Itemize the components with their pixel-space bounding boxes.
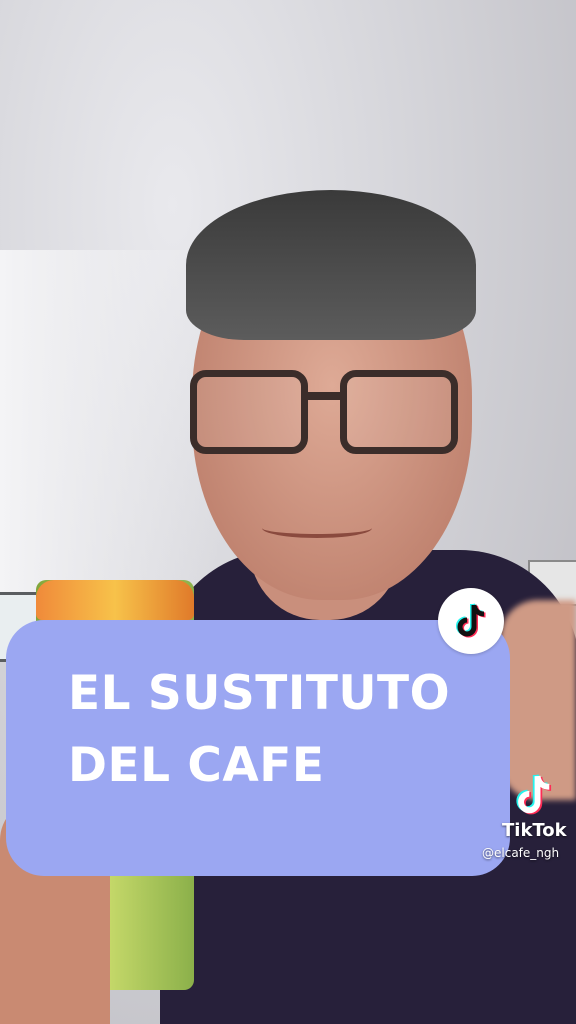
presenter-mouth [262,518,372,538]
right-hand [500,600,576,800]
glasses-lens-left [190,370,308,454]
caption-box: EL SUSTITUTO DEL CAFE [6,620,510,876]
tiktok-badge-button[interactable] [438,588,504,654]
glasses-bridge [306,392,342,400]
tiktok-note-icon [456,603,486,638]
tiktok-watermark: TikTok @elcafe_ngh [480,772,576,868]
caption-line-2: DEL CAFE [68,738,325,793]
presenter-hair [186,190,476,340]
glasses-lens-right [340,370,458,454]
caption-line-1: EL SUSTITUTO [68,666,451,721]
watermark-handle: @elcafe_ngh [482,846,560,860]
drink-can-top [36,580,194,620]
presenter-glasses [190,370,460,456]
tiktok-logo-icon [516,774,552,815]
watermark-brand: TikTok [502,820,567,841]
